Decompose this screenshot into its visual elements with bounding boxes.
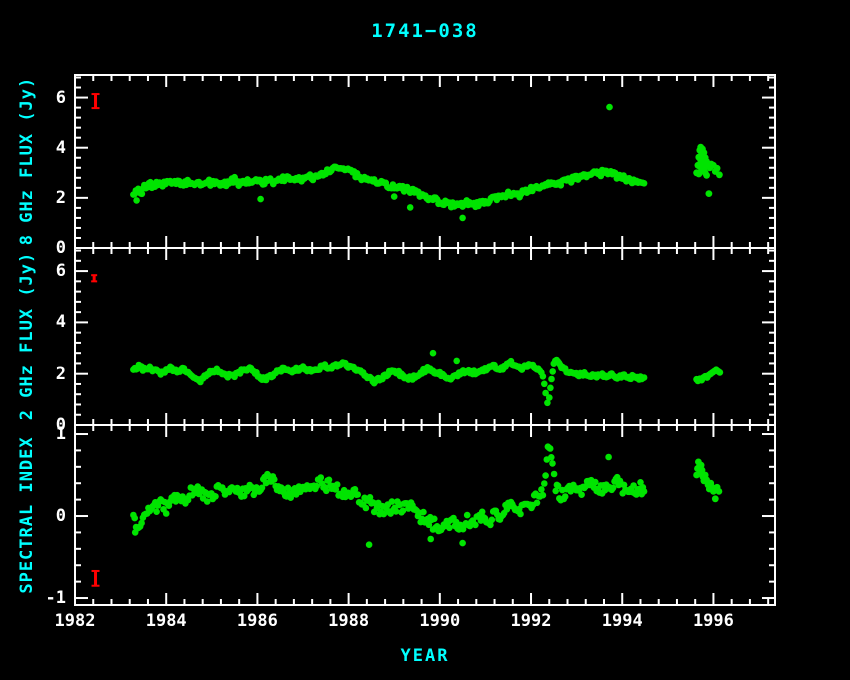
x-tick-label: 1984 [120,611,212,631]
y-tick-label: 4 [0,138,66,158]
y-tick-label: 2 [0,364,66,384]
y-tick-label: 4 [0,312,66,332]
light-curve-figure: 1741−038 8 GHz FLUX (Jy) 2 GHz FLUX (Jy)… [0,0,850,680]
y-tick-label: 6 [0,88,66,108]
x-tick-label: 1994 [576,611,668,631]
x-tick-label: 1988 [303,611,395,631]
x-tick-label: 1990 [394,611,486,631]
y-tick-label: -1 [0,588,66,608]
calibration-error-bar-middle [91,275,97,281]
panel-axes-middle [75,248,775,425]
panel-axes-top [75,75,775,248]
panel-axes-bottom [75,425,775,605]
x-tick-label: 1996 [667,611,759,631]
y-tick-label: 6 [0,261,66,281]
panel-data-top [130,104,723,221]
calibration-error-bar-top [92,94,100,108]
plot-canvas [0,0,850,680]
x-tick-label: 1992 [485,611,577,631]
calibration-error-bar-bottom [92,571,100,586]
x-tick-label: 1986 [211,611,303,631]
panel-data-bottom [130,443,722,548]
panel-data-middle [130,350,723,406]
x-axis-label: YEAR [75,646,775,666]
y-tick-label: 0 [0,238,66,258]
y-tick-label: 2 [0,188,66,208]
y-tick-label: 0 [0,506,66,526]
x-tick-label: 1982 [29,611,121,631]
y-tick-label: 1 [0,424,66,444]
